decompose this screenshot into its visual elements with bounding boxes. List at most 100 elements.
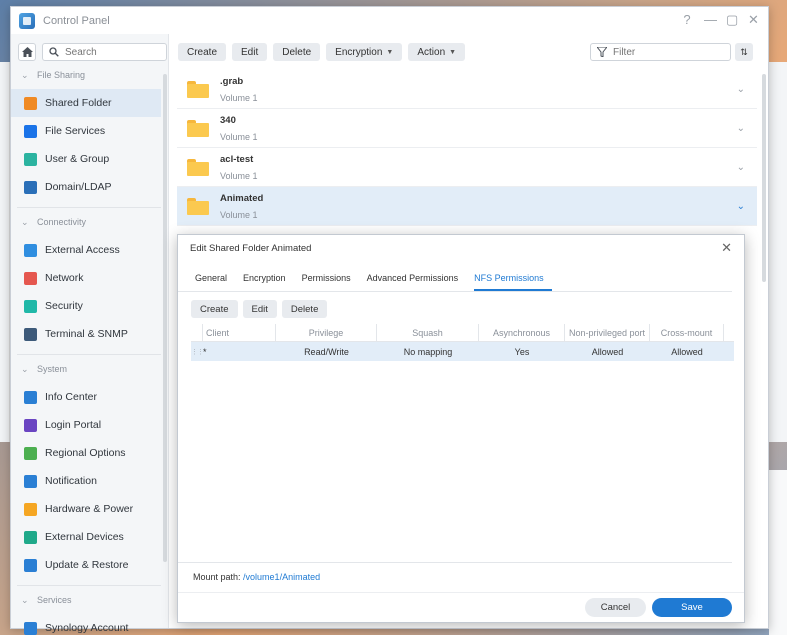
folder-icon bbox=[187, 197, 209, 215]
column-header-client[interactable]: Client bbox=[203, 324, 276, 341]
close-icon[interactable]: ✕ bbox=[748, 13, 759, 27]
action-dropdown[interactable]: Action ▼ bbox=[408, 43, 466, 61]
chevron-down-icon: ⌄ bbox=[21, 363, 29, 374]
tab-general[interactable]: General bbox=[195, 273, 235, 291]
folder-name: 340 bbox=[220, 114, 236, 126]
folder-volume: Volume 1 bbox=[220, 131, 258, 142]
chevron-down-icon[interactable]: ⌄ bbox=[737, 162, 745, 173]
action-label: Action bbox=[417, 46, 446, 58]
filter-box[interactable] bbox=[590, 43, 731, 61]
delete-button[interactable]: Delete bbox=[273, 43, 321, 61]
cancel-button[interactable]: Cancel bbox=[585, 598, 646, 617]
tab-advanced-permissions[interactable]: Advanced Permissions bbox=[367, 273, 467, 291]
folder-name: acl-test bbox=[220, 153, 254, 165]
cell-privilege: Read/Write bbox=[304, 346, 349, 357]
sidebar-item-user-group[interactable]: User & Group bbox=[11, 145, 161, 173]
cell-asynchronous: Yes bbox=[514, 346, 530, 357]
sidebar-item-file-services[interactable]: File Services bbox=[11, 117, 161, 145]
sidebar: ⌄ File Sharing Shared Folder File Services U… bbox=[11, 34, 169, 635]
folder-row[interactable]: Animated Volume 1 ⌄ bbox=[177, 187, 757, 226]
dialog-close-icon[interactable]: ✕ bbox=[721, 240, 732, 256]
sidebar-section-file-sharing[interactable]: ⌄ File Sharing bbox=[11, 61, 168, 89]
sidebar-item-info-center[interactable]: Info Center bbox=[11, 383, 161, 411]
sidebar-section-title: File Sharing bbox=[37, 70, 86, 80]
sidebar-item-notification[interactable]: Notification bbox=[11, 467, 161, 495]
security-shield-icon bbox=[24, 299, 37, 313]
home-button[interactable] bbox=[18, 43, 36, 61]
nfs-delete-button[interactable]: Delete bbox=[281, 300, 328, 318]
login-portal-icon bbox=[24, 418, 37, 432]
sidebar-item-external-access[interactable]: External Access bbox=[11, 236, 161, 264]
chevron-down-icon: ⌄ bbox=[21, 69, 29, 80]
maximize-icon[interactable]: ▢ bbox=[726, 13, 738, 27]
create-button[interactable]: Create bbox=[178, 43, 227, 61]
filter-input[interactable] bbox=[613, 46, 713, 58]
folder-volume: Volume 1 bbox=[220, 209, 258, 220]
sidebar-item-label: Info Center bbox=[45, 391, 97, 403]
search-input[interactable] bbox=[65, 46, 155, 58]
folder-list: .grab Volume 1 ⌄ 340 Volume 1 ⌄ acl-test Volume… bbox=[177, 70, 757, 226]
folder-text: Animated Volume 1 bbox=[220, 193, 263, 220]
control-panel-icon bbox=[19, 12, 35, 29]
sidebar-section-title: Services bbox=[37, 595, 72, 605]
sidebar-item-login-portal[interactable]: Login Portal bbox=[11, 411, 161, 439]
folder-volume: Volume 1 bbox=[220, 92, 258, 103]
encryption-label: Encryption bbox=[335, 46, 383, 58]
column-header-non-privileged-port[interactable]: Non-privileged port bbox=[565, 324, 650, 341]
sidebar-item-domain-ldap[interactable]: Domain/LDAP bbox=[11, 173, 161, 201]
tab-permissions[interactable]: Permissions bbox=[302, 273, 359, 291]
sidebar-item-network[interactable]: Network bbox=[11, 264, 161, 292]
chevron-down-icon[interactable]: ⌄ bbox=[737, 201, 745, 212]
window-title: Control Panel bbox=[43, 14, 110, 27]
folder-row[interactable]: .grab Volume 1 ⌄ bbox=[177, 70, 757, 109]
dialog-toolbar: Create Edit Delete bbox=[178, 292, 744, 318]
sidebar-item-shared-folder[interactable]: Shared Folder bbox=[11, 89, 161, 117]
sidebar-item-label: Shared Folder bbox=[45, 97, 112, 109]
chevron-down-icon[interactable]: ⌄ bbox=[737, 84, 745, 95]
column-header-cross-mount[interactable]: Cross-mount bbox=[650, 324, 724, 341]
sidebar-item-hardware-power[interactable]: Hardware & Power bbox=[11, 495, 161, 523]
help-icon[interactable]: ? bbox=[682, 13, 692, 27]
sidebar-section-services[interactable]: ⌄ Services bbox=[11, 586, 168, 614]
nfs-edit-button[interactable]: Edit bbox=[242, 300, 277, 318]
save-button[interactable]: Save bbox=[652, 598, 732, 617]
tab-nfs-permissions[interactable]: NFS Permissions bbox=[474, 273, 552, 291]
synology-account-icon bbox=[24, 621, 37, 635]
sort-button[interactable]: ⇅ bbox=[735, 43, 753, 61]
dialog-tabs: General Encryption Permissions Advanced Per… bbox=[178, 261, 732, 292]
sidebar-item-external-devices[interactable]: External Devices bbox=[11, 523, 161, 551]
sidebar-item-regional-options[interactable]: Regional Options bbox=[11, 439, 161, 467]
folder-row[interactable]: 340 Volume 1 ⌄ bbox=[177, 109, 757, 148]
sidebar-item-synology-account[interactable]: Synology Account bbox=[11, 614, 161, 635]
tab-encryption[interactable]: Encryption bbox=[243, 273, 294, 291]
sidebar-sections: ⌄ File Sharing Shared Folder File Services U… bbox=[11, 61, 168, 635]
shared-folder-icon bbox=[24, 96, 37, 110]
sidebar-search[interactable] bbox=[42, 43, 167, 61]
drag-handle-icon[interactable]: ⋮⋮ bbox=[191, 342, 204, 361]
dialog-title: Edit Shared Folder Animated bbox=[190, 242, 312, 254]
nfs-create-button[interactable]: Create bbox=[191, 300, 238, 318]
sidebar-section-connectivity[interactable]: ⌄ Connectivity bbox=[11, 208, 168, 236]
folder-row[interactable]: acl-test Volume 1 ⌄ bbox=[177, 148, 757, 187]
dialog-footer: Cancel Save bbox=[178, 592, 744, 622]
sidebar-item-label: Synology Account bbox=[45, 622, 129, 634]
sidebar-item-update-restore[interactable]: Update & Restore bbox=[11, 551, 161, 579]
cell-squash: No mapping bbox=[403, 346, 453, 357]
sidebar-item-terminal-snmp[interactable]: Terminal & SNMP bbox=[11, 320, 161, 348]
main-scrollbar[interactable] bbox=[762, 74, 766, 282]
sidebar-section-system[interactable]: ⌄ System bbox=[11, 355, 168, 383]
table-row[interactable]: ⋮⋮ * Read/Write No mapping Yes Allowed A… bbox=[191, 342, 734, 361]
sidebar-item-label: Regional Options bbox=[45, 447, 126, 459]
minimize-icon[interactable]: — bbox=[704, 13, 717, 27]
nfs-rules-table: Client Privilege Squash Asynchronous Non… bbox=[191, 324, 734, 361]
encryption-dropdown[interactable]: Encryption ▼ bbox=[326, 43, 403, 61]
column-header-privilege[interactable]: Privilege bbox=[276, 324, 377, 341]
mount-path-link[interactable]: /volume1/Animated bbox=[243, 572, 320, 582]
sidebar-scrollbar[interactable] bbox=[163, 74, 167, 562]
edit-button[interactable]: Edit bbox=[232, 43, 268, 61]
chevron-down-icon[interactable]: ⌄ bbox=[737, 123, 745, 134]
column-header-asynchronous[interactable]: Asynchronous bbox=[479, 324, 565, 341]
sidebar-item-security[interactable]: Security bbox=[11, 292, 161, 320]
column-header-squash[interactable]: Squash bbox=[377, 324, 479, 341]
folder-icon bbox=[187, 80, 209, 98]
